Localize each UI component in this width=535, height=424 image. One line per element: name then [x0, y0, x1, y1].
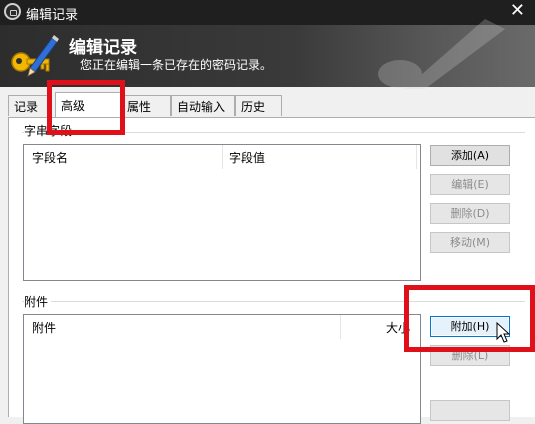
edit-field-button[interactable]: 编辑(E)	[430, 174, 510, 195]
app-lock-icon	[4, 3, 21, 20]
column-header-field-name[interactable]: 字段名	[32, 149, 68, 166]
add-field-button[interactable]: 添加(A)	[430, 145, 510, 166]
tab-advanced[interactable]: 高级	[55, 92, 121, 117]
header-title: 编辑记录	[69, 38, 137, 58]
column-separator[interactable]	[340, 315, 341, 339]
string-fields-list-header: 字段名 字段值	[24, 145, 420, 169]
attachments-list-header: 附件 大小	[24, 315, 420, 339]
move-field-button[interactable]: 移动(M)	[430, 232, 510, 253]
watermark-key-icon	[378, 19, 505, 89]
string-fields-group-label: 字串字段	[24, 122, 76, 139]
close-icon[interactable]: ✕	[510, 0, 525, 21]
string-fields-group-line	[22, 132, 525, 133]
column-header-attachment[interactable]: 附件	[32, 319, 56, 336]
delete-attachment-button[interactable]: 删除(L)	[430, 345, 510, 366]
attachments-group-line	[22, 301, 525, 302]
tab-history[interactable]: 历史	[235, 95, 282, 116]
column-header-field-value[interactable]: 字段值	[229, 149, 265, 166]
header-subtitle: 您正在编辑一条已存在的密码记录。	[80, 58, 273, 72]
tab-auto-type[interactable]: 自动输入	[171, 95, 235, 116]
mouse-cursor-icon	[496, 322, 510, 343]
window-title: 编辑记录	[26, 8, 79, 23]
attachments-group-label: 附件	[24, 293, 52, 310]
string-fields-list[interactable]: 字段名 字段值	[23, 144, 421, 281]
header-banner: 编辑记录 您正在编辑一条已存在的密码记录。	[0, 19, 535, 89]
edit-entry-window: 编辑记录 ✕ 编辑记录 您正在编辑一条已存在的密码记录。 记录 高级 属性 自动…	[0, 0, 535, 424]
column-separator[interactable]	[416, 145, 417, 169]
column-separator[interactable]	[222, 145, 223, 169]
key-pen-icon	[11, 35, 59, 77]
tab-entry[interactable]: 记录	[8, 95, 50, 116]
partially-visible-button[interactable]	[430, 400, 510, 421]
column-header-size[interactable]: 大小	[386, 319, 410, 336]
tab-properties[interactable]: 属性	[121, 95, 171, 116]
delete-field-button[interactable]: 删除(D)	[430, 203, 510, 224]
